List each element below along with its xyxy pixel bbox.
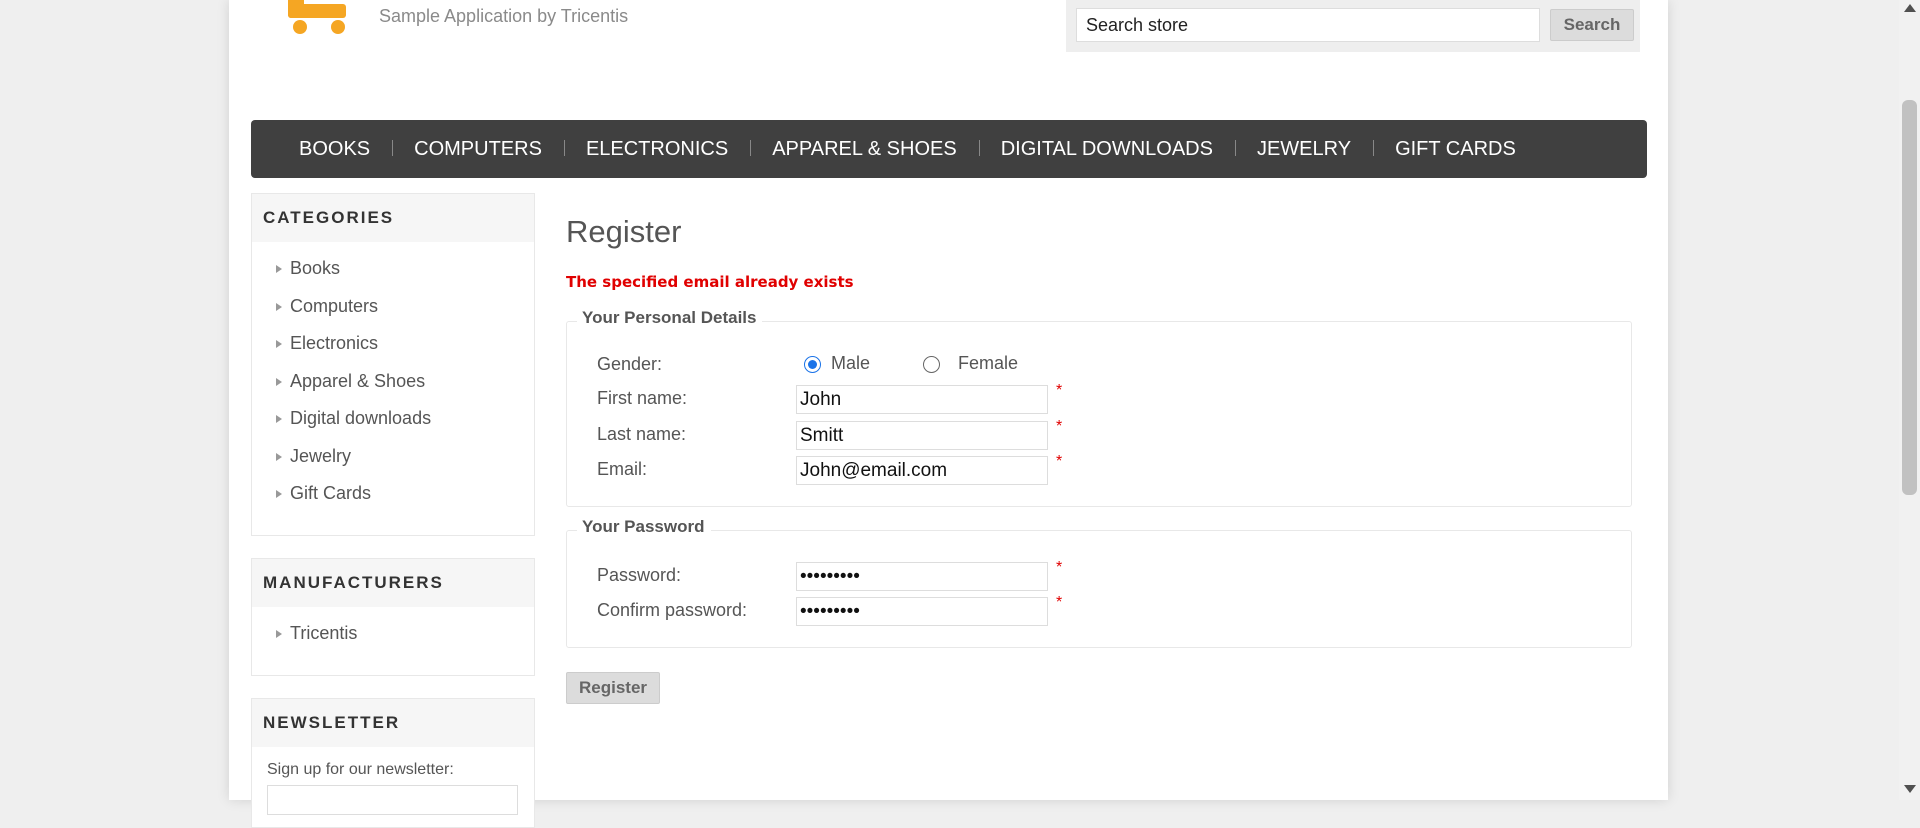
search-box: Search: [1066, 0, 1640, 52]
menu-item-books[interactable]: BOOKS: [277, 138, 392, 161]
logo-cart-icon[interactable]: [280, 0, 375, 36]
category-item-computers[interactable]: Computers: [252, 288, 534, 326]
logo-subtitle: Sample Application by Tricentis: [379, 6, 629, 26]
category-label[interactable]: Books: [290, 258, 340, 278]
category-item-electronics[interactable]: Electronics: [252, 325, 534, 363]
required-marker: *: [1056, 418, 1063, 435]
menu-item-electronics[interactable]: ELECTRONICS: [563, 138, 750, 161]
top-menu: BOOKS COMPUTERS ELECTRONICS APPAREL & SH…: [251, 120, 1647, 178]
manufacturers-list: Tricentis: [252, 607, 534, 659]
scroll-up-arrow-icon[interactable]: [1904, 4, 1916, 12]
page-container: Sample Application by Tricentis Search B…: [229, 0, 1668, 828]
menu-item-computers[interactable]: COMPUTERS: [392, 138, 564, 161]
password-input[interactable]: [796, 562, 1048, 591]
email-row: Email: *: [597, 453, 1597, 486]
categories-block: CATEGORIES Books Computers Electronics A…: [251, 193, 535, 536]
page-title: Register: [566, 214, 682, 249]
gender-male-label[interactable]: Male: [831, 353, 870, 374]
category-label[interactable]: Electronics: [290, 333, 378, 353]
last-name-row: Last name: *: [597, 418, 1597, 451]
required-marker: *: [1056, 382, 1063, 399]
menu-item-jewelry[interactable]: JEWELRY: [1234, 138, 1373, 161]
manufacturers-block: MANUFACTURERS Tricentis: [251, 558, 535, 676]
error-message: The specified email already exists: [566, 273, 854, 291]
category-item-digital-downloads[interactable]: Digital downloads: [252, 400, 534, 438]
last-name-label: Last name:: [597, 424, 687, 444]
confirm-password-input[interactable]: [796, 597, 1048, 626]
category-label[interactable]: Gift Cards: [290, 483, 371, 503]
password-fieldset: Your Password Password: * Confirm passwo…: [566, 517, 1632, 648]
category-label[interactable]: Digital downloads: [290, 408, 431, 428]
manufacturer-item-tricentis[interactable]: Tricentis: [252, 615, 534, 653]
password-label: Password:: [597, 565, 682, 585]
scroll-down-arrow-icon[interactable]: [1904, 785, 1916, 793]
category-item-apparel-shoes[interactable]: Apparel & Shoes: [252, 363, 534, 401]
gender-label: Gender:: [597, 354, 663, 374]
vertical-scrollbar[interactable]: [1899, 0, 1920, 800]
category-item-jewelry[interactable]: Jewelry: [252, 438, 534, 476]
newsletter-text: Sign up for our newsletter:: [267, 761, 454, 778]
password-legend: Your Password: [577, 517, 711, 537]
categories-title: CATEGORIES: [252, 194, 534, 242]
scroll-thumb[interactable]: [1902, 100, 1917, 495]
menu-item-gift-cards[interactable]: GIFT CARDS: [1373, 138, 1538, 161]
register-button[interactable]: Register: [566, 672, 660, 704]
first-name-row: First name: *: [597, 382, 1597, 415]
categories-list: Books Computers Electronics Apparel & Sh…: [252, 242, 534, 519]
menu-item-digital-downloads[interactable]: DIGITAL DOWNLOADS: [978, 138, 1235, 161]
gender-row: Gender: Male Female: [597, 351, 1597, 381]
newsletter-title: NEWSLETTER: [252, 699, 534, 747]
menu-item-apparel-shoes[interactable]: APPAREL & SHOES: [750, 138, 979, 161]
required-marker: *: [1056, 594, 1063, 611]
category-label[interactable]: Apparel & Shoes: [290, 371, 425, 391]
newsletter-block: NEWSLETTER Sign up for our newsletter:: [251, 698, 535, 828]
gender-female-radio[interactable]: [923, 356, 940, 373]
manufacturer-label[interactable]: Tricentis: [290, 623, 357, 643]
required-marker: *: [1056, 559, 1063, 576]
first-name-input[interactable]: [796, 385, 1048, 414]
manufacturers-title: MANUFACTURERS: [252, 559, 534, 607]
category-item-books[interactable]: Books: [252, 250, 534, 288]
required-marker: *: [1056, 453, 1063, 470]
personal-details-legend: Your Personal Details: [577, 308, 763, 328]
gender-female-label[interactable]: Female: [958, 353, 1018, 374]
search-button[interactable]: Search: [1550, 9, 1634, 41]
category-label[interactable]: Computers: [290, 296, 378, 316]
gender-male-radio[interactable]: [804, 356, 821, 373]
confirm-password-label: Confirm password:: [597, 600, 748, 620]
search-input[interactable]: [1076, 8, 1540, 42]
personal-details-fieldset: Your Personal Details Gender: Male Femal…: [566, 308, 1632, 507]
first-name-label: First name:: [597, 388, 688, 408]
confirm-password-row: Confirm password: *: [597, 594, 1597, 627]
password-row: Password: *: [597, 559, 1597, 592]
email-label: Email:: [597, 459, 648, 479]
category-label[interactable]: Jewelry: [290, 446, 351, 466]
category-item-gift-cards[interactable]: Gift Cards: [252, 475, 534, 513]
newsletter-email-input[interactable]: [267, 785, 518, 815]
email-input[interactable]: [796, 456, 1048, 485]
last-name-input[interactable]: [796, 421, 1048, 450]
